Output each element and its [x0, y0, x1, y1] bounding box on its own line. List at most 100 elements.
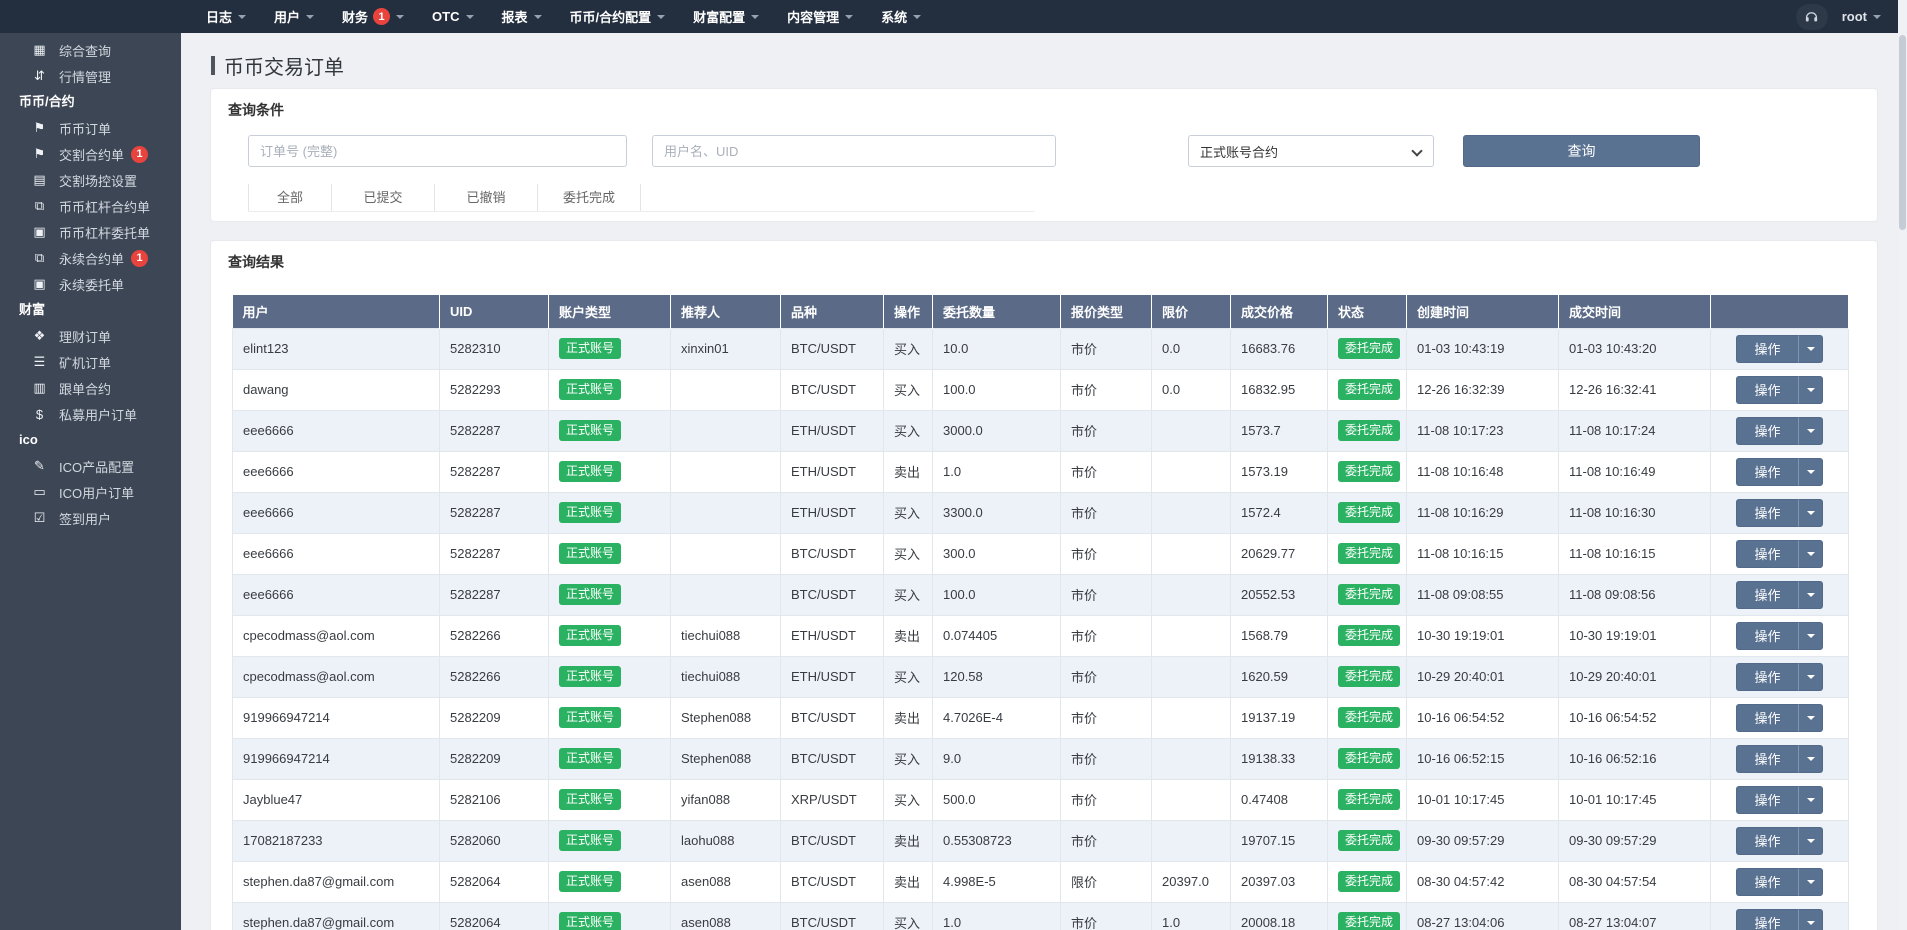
- row-action-dropdown-toggle[interactable]: [1798, 663, 1823, 691]
- row-action-button[interactable]: 操作: [1736, 909, 1798, 930]
- search-button[interactable]: 查询: [1463, 135, 1700, 167]
- cell-price-type: 市价: [1061, 615, 1152, 656]
- sidebar-item[interactable]: ▦ 综合查询: [0, 37, 181, 63]
- row-action-button[interactable]: 操作: [1736, 622, 1798, 650]
- nav-menu-item[interactable]: 财务 1: [328, 0, 418, 33]
- cell-user: 919966947214: [233, 738, 440, 779]
- sidebar-item[interactable]: ⚑ 交割合约单 1: [0, 141, 181, 167]
- status-tab[interactable]: 已提交: [332, 184, 435, 211]
- order-number-input[interactable]: [248, 135, 627, 167]
- nav-menu-item[interactable]: OTC: [418, 0, 487, 33]
- column-header: 推荐人: [671, 295, 781, 328]
- sidebar-item[interactable]: $ 私募用户订单: [0, 401, 181, 427]
- cell-dealt-time: 11-08 10:16:15: [1559, 533, 1711, 574]
- sidebar-item[interactable]: ☰ 矿机订单: [0, 349, 181, 375]
- row-action-button[interactable]: 操作: [1736, 827, 1798, 855]
- nav-menu-item[interactable]: 用户: [260, 0, 328, 33]
- user-dropdown[interactable]: root: [1842, 9, 1881, 24]
- chevron-down-icon: [1807, 880, 1815, 884]
- sidebar-item[interactable]: ▭ ICO用户订单: [0, 479, 181, 505]
- sidebar-item[interactable]: ☑ 签到用户: [0, 505, 181, 531]
- status-tab[interactable]: 已撤销: [435, 184, 538, 211]
- cell-referrer: [671, 533, 781, 574]
- nav-menu-item[interactable]: 财富配置: [679, 0, 773, 33]
- sidebar-item[interactable]: ⇵ 行情管理: [0, 63, 181, 89]
- account-type-select[interactable]: 正式账号合约: [1188, 135, 1434, 167]
- notification-count-badge: 1: [373, 8, 390, 25]
- row-action-dropdown-toggle[interactable]: [1798, 540, 1823, 568]
- chevron-down-icon: [1807, 552, 1815, 556]
- support-headset-button[interactable]: [1796, 4, 1828, 30]
- row-action-button[interactable]: 操作: [1736, 540, 1798, 568]
- row-action-dropdown-toggle[interactable]: [1798, 622, 1823, 650]
- row-action-dropdown-toggle[interactable]: [1798, 335, 1823, 363]
- row-action-split-button: 操作: [1736, 335, 1823, 363]
- order-table-row: eee6666 5282287 正式账号 ETH/USDT 买入 3300.0 …: [233, 492, 1849, 533]
- row-action-button[interactable]: 操作: [1736, 745, 1798, 773]
- row-action-button[interactable]: 操作: [1736, 458, 1798, 486]
- vertical-scrollbar[interactable]: [1898, 0, 1907, 930]
- column-header: 用户: [233, 295, 440, 328]
- cell-user: eee6666: [233, 410, 440, 451]
- cell-dealt-time: 12-26 16:32:41: [1559, 369, 1711, 410]
- sidebar-item[interactable]: ⧉ 币币杠杆合约单: [0, 193, 181, 219]
- row-action-button[interactable]: 操作: [1736, 499, 1798, 527]
- account-type-badge: 正式账号: [559, 420, 621, 440]
- status-tab[interactable]: 全部: [248, 184, 332, 211]
- row-action-dropdown-toggle[interactable]: [1798, 704, 1823, 732]
- order-table-row: 919966947214 5282209 正式账号 Stephen088 BTC…: [233, 738, 1849, 779]
- orders-table: 用户UID账户类型推荐人品种操作委托数量报价类型限价成交价格状态创建时间成交时间…: [232, 295, 1849, 930]
- cell-actions: 操作: [1711, 738, 1849, 779]
- nav-menu-item[interactable]: 日志: [192, 0, 260, 33]
- row-action-dropdown-toggle[interactable]: [1798, 827, 1823, 855]
- row-action-button[interactable]: 操作: [1736, 663, 1798, 691]
- user-search-input[interactable]: [652, 135, 1056, 167]
- cell-account-type: 正式账号: [549, 328, 671, 369]
- sidebar-item[interactable]: ▣ 币币杠杆委托单: [0, 219, 181, 245]
- row-action-dropdown-toggle[interactable]: [1798, 868, 1823, 896]
- scrollbar-thumb[interactable]: [1899, 35, 1906, 230]
- row-action-dropdown-toggle[interactable]: [1798, 745, 1823, 773]
- row-action-button[interactable]: 操作: [1736, 335, 1798, 363]
- column-header: 限价: [1152, 295, 1231, 328]
- cell-account-type: 正式账号: [549, 820, 671, 861]
- status-tab[interactable]: 委托完成: [538, 184, 641, 211]
- row-action-dropdown-toggle[interactable]: [1798, 417, 1823, 445]
- account-type-selected-value: 正式账号合约: [1200, 142, 1278, 161]
- row-action-button[interactable]: 操作: [1736, 704, 1798, 732]
- row-action-button[interactable]: 操作: [1736, 581, 1798, 609]
- cell-amount: 0.55308723: [933, 820, 1061, 861]
- sidebar-item-label: ICO产品配置: [59, 457, 134, 476]
- row-action-button[interactable]: 操作: [1736, 868, 1798, 896]
- row-action-split-button: 操作: [1736, 458, 1823, 486]
- sidebar-item[interactable]: ❖ 理财订单: [0, 323, 181, 349]
- row-action-dropdown-toggle[interactable]: [1798, 581, 1823, 609]
- sidebar-item[interactable]: ▣ 永续委托单: [0, 271, 181, 297]
- cell-deal-price: 19707.15: [1231, 820, 1328, 861]
- row-action-dropdown-toggle[interactable]: [1798, 786, 1823, 814]
- sidebar-item[interactable]: ⚑ 币币订单: [0, 115, 181, 141]
- chevron-down-icon: [1411, 145, 1422, 156]
- row-action-dropdown-toggle[interactable]: [1798, 458, 1823, 486]
- row-action-dropdown-toggle[interactable]: [1798, 499, 1823, 527]
- cell-pair: ETH/USDT: [781, 410, 884, 451]
- row-action-button[interactable]: 操作: [1736, 786, 1798, 814]
- cell-dealt-time: 10-16 06:52:16: [1559, 738, 1711, 779]
- cell-amount: 300.0: [933, 533, 1061, 574]
- sidebar-item[interactable]: ▤ 交割场控设置: [0, 167, 181, 193]
- cell-limit-price: [1152, 492, 1231, 533]
- row-action-dropdown-toggle[interactable]: [1798, 909, 1823, 930]
- cell-referrer: laohu088: [671, 820, 781, 861]
- cell-status: 委托完成: [1328, 328, 1407, 369]
- row-action-button[interactable]: 操作: [1736, 376, 1798, 404]
- row-action-button[interactable]: 操作: [1736, 417, 1798, 445]
- sidebar-item[interactable]: ▥ 跟单合约: [0, 375, 181, 401]
- nav-menu-item[interactable]: 币币/合约配置: [556, 0, 680, 33]
- nav-menu-item[interactable]: 内容管理: [773, 0, 867, 33]
- sidebar-item[interactable]: ✎ ICO产品配置: [0, 453, 181, 479]
- cell-amount: 10.0: [933, 328, 1061, 369]
- row-action-dropdown-toggle[interactable]: [1798, 376, 1823, 404]
- nav-menu-item[interactable]: 系统: [867, 0, 935, 33]
- sidebar-item[interactable]: ⧉ 永续合约单 1: [0, 245, 181, 271]
- nav-menu-item[interactable]: 报表: [488, 0, 556, 33]
